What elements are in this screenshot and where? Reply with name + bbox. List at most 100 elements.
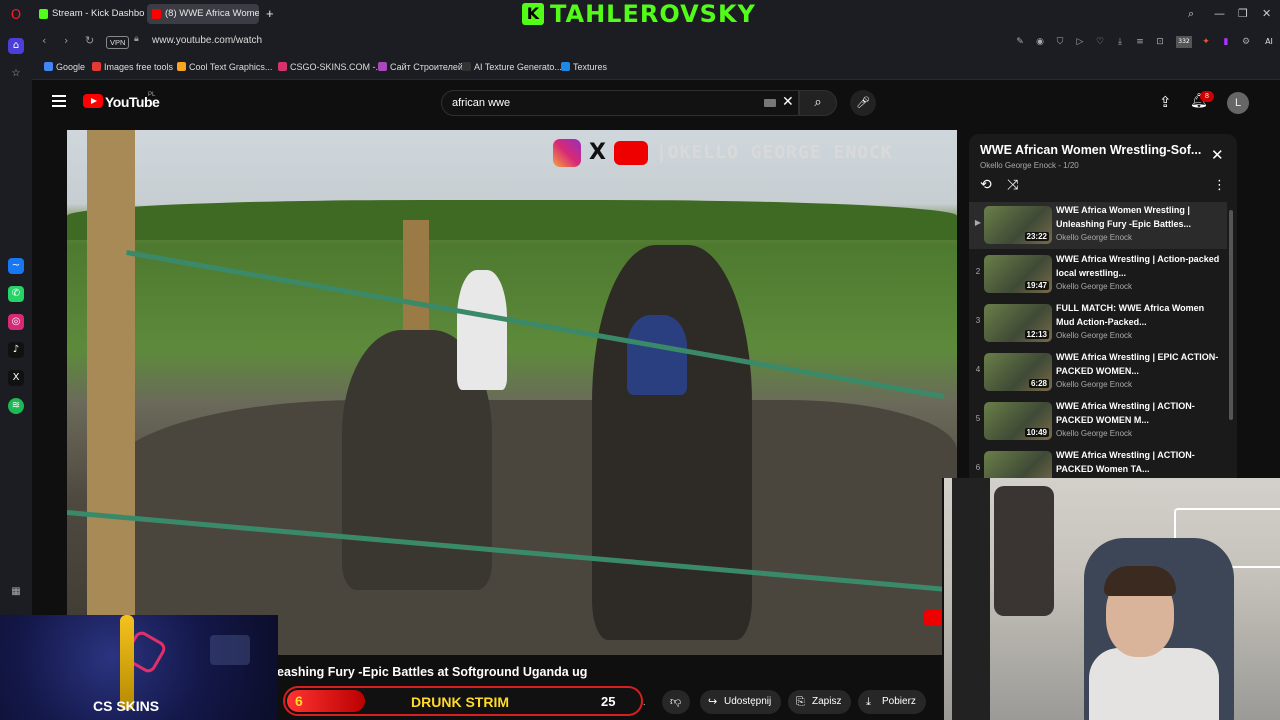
heart-icon[interactable]: ♡ [1094,36,1106,48]
tab-youtube[interactable]: (8) WWE Africa Wome [147,4,259,24]
extension-purple-icon[interactable]: ▮ [1220,36,1232,48]
playlist-item[interactable]: 4 6:28 WWE Africa Wrestling | EPIC ACTIO… [969,349,1227,396]
apps-grid-icon[interactable]: ▦ [8,584,24,600]
bookmark-cool-text[interactable]: Cool Text Graphics... [177,62,272,72]
extension-lock-icon[interactable]: ⊡ [1154,36,1166,48]
url-field[interactable]: www.youtube.com/watch [152,35,262,46]
drunk-strim-overlay: 6 DRUNK STRIM 25 [283,686,643,716]
avatar[interactable]: L [1227,92,1249,114]
download-icon: ⤓ [866,695,871,708]
more-options-icon[interactable]: ⋮ [1213,178,1226,193]
playlist-item[interactable]: 5 10:49 WWE Africa Wrestling | ACTION-PA… [969,398,1227,445]
bookmark-google[interactable]: Google [44,62,85,72]
loop-icon[interactable]: ⟲ [980,177,992,193]
ai-button[interactable]: AI [1258,36,1280,48]
webcam-door [952,478,990,720]
notification-count-badge: 8 [1200,91,1214,102]
whatsapp-icon[interactable]: ✆ [8,286,24,302]
playlist-item-channel: Okello George Enock [1056,282,1133,291]
back-icon[interactable]: ‹ [42,34,46,47]
video-title: eashing Fury -Epic Battles at Softground… [277,665,588,679]
dislike-button[interactable]: 👎︎ [662,690,690,714]
youtube-logo-icon [613,141,648,165]
playlist-item-channel: Okello George Enock [1056,233,1133,242]
bookmark-label: Textures [573,62,608,72]
clear-search-icon[interactable]: ✕ [782,94,794,110]
shuffle-icon[interactable]: ⤨ [1007,177,1018,193]
playlist-item[interactable]: 6 WWE Africa Wrestling | ACTION-PACKED W… [969,447,1227,479]
download-label: Pobierz [882,696,916,707]
tiktok-icon[interactable]: ♪ [8,342,24,358]
close-playlist-icon[interactable]: ✕ [1211,146,1224,164]
share-button[interactable]: ↪ Udostępnij [700,690,782,714]
x-icon[interactable]: X [8,370,24,386]
search-tabs-icon[interactable]: ⌕ [1188,7,1194,21]
play-icon[interactable]: ▷ [1074,36,1086,48]
download-icon[interactable]: ⤓ [1114,36,1126,48]
vpn-badge[interactable]: VPN [106,36,130,49]
new-tab-button[interactable]: + [260,4,280,24]
duration-badge: 6:28 [1028,379,1049,388]
minimize-icon[interactable]: — [1214,7,1225,20]
search-button[interactable]: ⌕ [799,90,837,116]
forward-icon[interactable]: › [64,34,68,47]
opera-sidebar: O ⌂ ☆ ~ ✆ ◎ ♪ X ≋ ▦ [0,0,32,720]
bookmark-label: Cool Text Graphics... [189,62,273,72]
bookmark-icon [177,62,186,71]
playlist-thumbnail [984,451,1052,479]
playlist-item[interactable]: 2 19:47 WWE Africa Wrestling | Action-pa… [969,251,1227,298]
download-button[interactable]: ⤓ Pobierz [858,690,926,714]
video-wrestler-top [627,315,687,395]
playlist-item[interactable]: 3 12:13 FULL MATCH: WWE Africa Women Mud… [969,300,1227,347]
extension-counter-badge[interactable]: 332 [1176,36,1192,48]
cs-skins-overlay: CS SKINS [0,615,278,720]
duration-badge: 19:47 [1024,281,1049,290]
camera-icon[interactable]: ◉ [1034,36,1046,48]
extension-gear-icon[interactable]: ⚙ [1240,36,1252,48]
edit-icon[interactable]: ✎ [1014,36,1026,48]
home-icon[interactable]: ⌂ [8,38,24,54]
youtube-corner-icon [924,610,944,626]
instagram-icon[interactable]: ◎ [8,314,24,330]
menu-icon[interactable]: ≡ [1134,36,1146,48]
keyboard-icon[interactable] [764,99,776,107]
hamburger-menu-icon[interactable] [52,95,66,107]
duration-badge: 12:13 [1024,330,1049,339]
save-button[interactable]: ⎘ Zapisz [788,690,852,714]
lock-icon: 🔒︎ [134,34,139,44]
microphone-icon[interactable]: 🎤︎ [850,90,876,116]
reload-icon[interactable]: ↻ [85,34,94,47]
extension-red-icon[interactable]: ✦ [1200,36,1212,48]
messenger-icon[interactable]: ~ [8,258,24,274]
playlist-item[interactable]: ▶ 23:22 WWE Africa Women Wrestling | Unl… [969,202,1227,249]
close-window-icon[interactable]: ✕ [1262,7,1271,20]
bookmark-images-free-tools[interactable]: Images free tools [92,62,173,72]
spotify-icon[interactable]: ≋ [8,398,24,414]
video-referee [457,270,507,390]
playlist-title[interactable]: WWE African Women Wrestling-Sof... [980,143,1212,157]
webcam-hoodie [1089,648,1219,720]
bookmark-builders-site[interactable]: Сайт Строителей [378,62,463,72]
bookmark-textures[interactable]: Textures [561,62,607,72]
brand-k-logo: K [522,3,544,25]
restore-icon[interactable]: ❐ [1238,7,1248,20]
opera-logo-icon[interactable]: O [8,8,24,24]
shield-icon[interactable]: ⛉ [1054,36,1066,48]
duration-badge: 23:22 [1024,232,1049,241]
youtube-icon [152,9,161,19]
bookmark-ai-texture[interactable]: AI Texture Generato... [462,62,562,72]
tab-bar: Stream - Kick Dashboard (8) WWE Africa W… [32,0,1280,28]
share-icon: ↪ [708,695,718,708]
bookmark-icon [278,62,287,71]
tab-kick-dashboard[interactable]: Stream - Kick Dashboard [34,4,144,24]
youtube-logo-icon[interactable] [83,94,103,108]
playlist-owner-name: Okello George Enock [980,161,1057,170]
bookmark-csgo-skins[interactable]: CSGO-SKINS.COM -... [278,62,383,72]
playlist-owner: Okello George Enock - 1/20 [980,161,1079,170]
video-player[interactable]: X |OKELLO GEORGE ENOCK [67,130,957,655]
search-input[interactable]: african wwe ✕ [441,90,799,116]
create-upload-icon[interactable]: ⇪ [1159,93,1172,111]
webcam-streamer-hair [1104,566,1176,596]
star-icon[interactable]: ☆ [8,66,24,82]
playlist-scrollbar[interactable] [1229,210,1233,420]
